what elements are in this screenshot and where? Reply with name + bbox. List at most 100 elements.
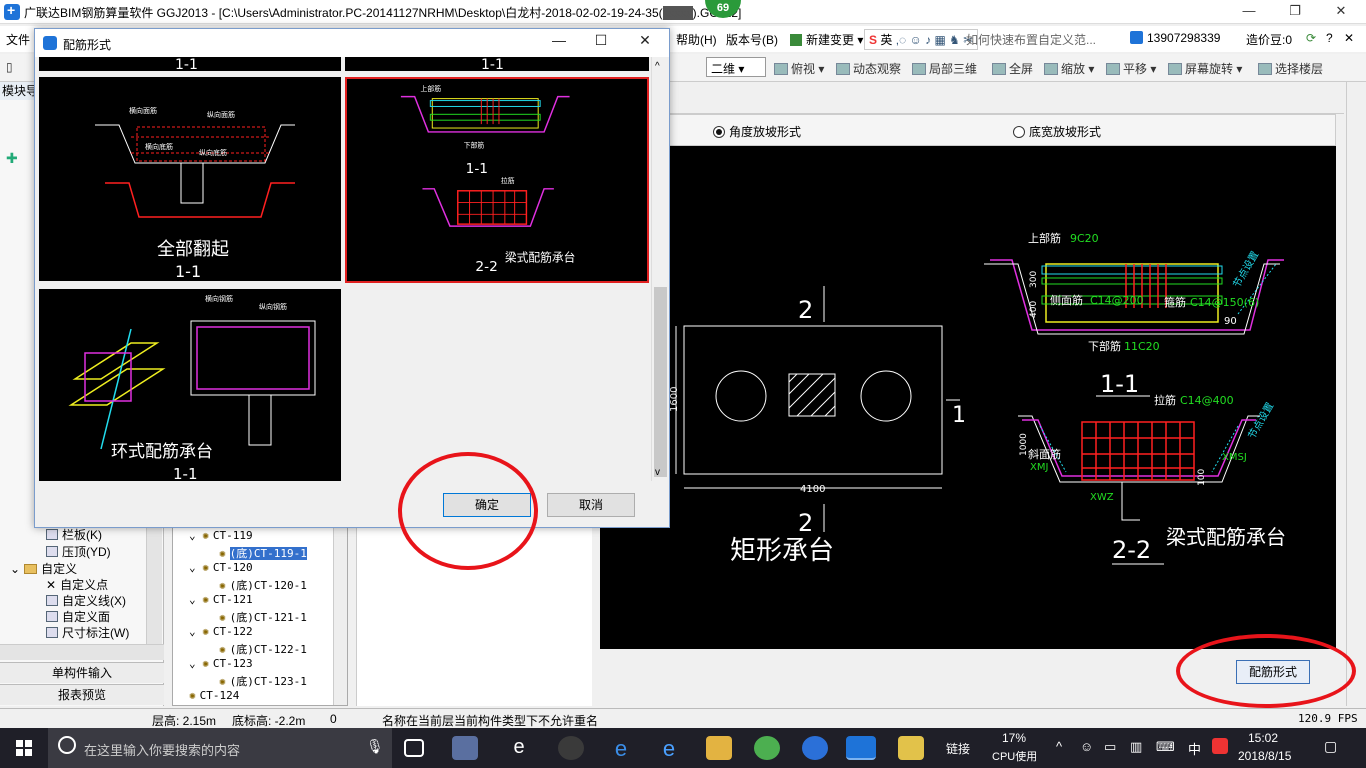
single-input-button[interactable]: 单构件输入 [0,662,164,683]
tree-item-ct-sub[interactable]: ✺ (底)CT-119-1 [219,545,307,561]
refresh-icon[interactable]: ⟳ [1306,31,1316,45]
link-label[interactable]: 链接 [946,740,970,757]
left-hscrollbar[interactable] [0,644,164,660]
ct-label: CT-120 [212,561,253,574]
ime-lang[interactable]: 中 [1188,739,1201,758]
pile-circle [860,370,912,422]
thumb-partial-left[interactable]: 1-1 [39,57,341,71]
user-account[interactable]: 13907298339 [1130,31,1220,45]
keyboard-icon[interactable]: ⌨ [1156,739,1175,755]
tree-item-custom-point[interactable]: ✕ 自定义点 [46,576,108,593]
fullscreen-label: 全屏 [1009,62,1034,76]
ie-icon[interactable]: e [656,736,682,761]
taskbar-search[interactable]: 在这里输入你要搜索的内容 🎙 [48,728,392,768]
cancel-button[interactable]: 取消 [547,493,635,517]
windows-start-icon[interactable] [0,728,48,768]
close-icon[interactable]: ✕ [625,32,665,49]
local-3d-button[interactable]: 局部三维 [912,60,977,77]
la-bar-label: 拉筋 [1154,393,1176,407]
notification-icon[interactable]: ▢ [1324,738,1337,755]
rotate-icon [1168,63,1182,75]
report-preview-button[interactable]: 报表预览 [0,684,164,705]
top-view-button[interactable]: 俯视 ▾ [774,60,824,77]
fps-readout: 120.9 FPS [1298,712,1358,725]
file-explorer-icon[interactable] [706,736,732,760]
tray-chevron-icon[interactable]: ^ [1056,739,1062,754]
top-bar-label: 上部筋 [1028,231,1061,245]
tree-item-custom-face[interactable]: 自定义面 [46,608,110,625]
tree-item-dimension[interactable]: 尺寸标注(W) [46,624,129,641]
minimize-icon[interactable]: — [1226,0,1272,24]
dim-300: 300 [1029,271,1039,288]
tree-item-ct-sub[interactable]: ✺ (底)CT-122-1 [219,641,307,657]
app-circle-icon[interactable] [558,736,584,760]
tree-item-ct[interactable]: ⌄ ✺ CT-123 [189,657,253,670]
view-mode-select[interactable]: 二维 ▾ [706,57,766,77]
dynamic-view-button[interactable]: 动态观察 [836,60,901,77]
help-icon[interactable]: ? [1326,31,1333,45]
radio-bottom-slope[interactable]: 底宽放坡形式 [1013,123,1101,140]
cpu-label: CPU使用 [992,751,1038,763]
scroll-down-icon[interactable]: v [655,467,660,478]
component-list-scrollbar[interactable] [333,525,347,705]
tree-item-ct[interactable]: ⌄ ✺ CT-120 [189,561,253,574]
menu-help[interactable]: 帮助(H) [676,31,717,48]
battery-icon[interactable]: ▭ [1104,739,1116,755]
thumb-full-flip[interactable]: 横向面筋 纵向面筋 横向底筋 纵向底筋 全部翻起 1-1 [39,77,341,281]
component-icon: ✺ [219,675,226,688]
dialog-scrollbar[interactable]: ^ v [651,57,669,481]
tree-item-ct[interactable]: ⌄ ✺ CT-122 [189,625,253,638]
maximize-icon[interactable]: ☐ [581,32,621,49]
thumb-partial-right[interactable]: 1-1 [345,57,649,71]
tree-folder-custom[interactable]: ⌄ 自定义 [10,560,77,577]
tree-item-ct-sub[interactable]: ✺ (底)CT-120-1 [219,577,307,593]
menu-version[interactable]: 版本号(B) [726,31,778,48]
ggj-app-icon[interactable] [846,736,876,760]
close-small-icon[interactable]: ✕ [1344,31,1354,45]
scroll-up-icon[interactable]: ^ [655,61,660,72]
notice-link[interactable]: 如何快速布置自定义范... [966,31,1096,48]
glodon-app-icon[interactable] [802,736,828,760]
menu-file[interactable]: 文件 [6,31,30,48]
select-floor-button[interactable]: 选择楼层 [1258,60,1323,77]
thumb-beam-cap-selected[interactable]: 1-1 上部筋 下部筋 拉筋 2-2 梁式配筋承台 [345,77,649,283]
tree-item-ct[interactable]: ⌄ ✺ CT-121 [189,593,253,606]
edge-icon[interactable]: e [608,736,634,761]
task-view-icon[interactable] [404,739,424,757]
sogou-tray-icon[interactable] [1212,738,1228,754]
microphone-icon[interactable]: 🎙 [366,738,384,755]
dialog-scroll-thumb[interactable] [654,287,667,477]
ie-old-icon[interactable]: e [506,736,532,760]
notes-app-icon[interactable] [898,736,924,760]
radio-angle-slope[interactable]: 角度放坡形式 [713,123,801,140]
new-doc-icon[interactable]: ▯ [6,60,13,74]
tree-item-lanban[interactable]: 栏板(K) [46,526,102,543]
minimize-icon[interactable]: — [539,32,579,48]
green-app-icon[interactable] [754,736,780,760]
pan-button[interactable]: 平移 ▾ [1106,60,1156,77]
add-icon[interactable]: ✚ [6,150,18,167]
tree-item-custom-line[interactable]: 自定义线(X) [46,592,126,609]
new-change-button[interactable]: 新建变更 ▾ [790,31,863,48]
floor-height: 层高: 2.15m [152,714,217,728]
restore-icon[interactable]: ❐ [1272,0,1318,24]
ct-sub-label: (底)CT-119-1 [229,547,307,560]
ime-toolbar[interactable]: S 英 ,◌ ☺ ♪ ▦ ♞ ✂ [864,29,979,50]
fan-app-icon[interactable] [452,736,478,760]
fullscreen-button[interactable]: 全屏 [992,60,1033,77]
tree-item-ct-sub[interactable]: ✺ (底)CT-123-1 [219,673,307,689]
close-icon[interactable]: ✕ [1318,0,1364,24]
rotate-button[interactable]: 屏幕旋转 ▾ [1168,60,1242,77]
clock-time[interactable]: 15:02 [1248,731,1278,745]
people-icon[interactable]: ☺ [1080,739,1093,754]
component-icon: ✺ [219,547,226,560]
zoom-button[interactable]: 缩放 ▾ [1044,60,1094,77]
tree-item-ct-sub[interactable]: ✺ (底)CT-121-1 [219,609,307,625]
thumb-ring-cap[interactable]: 横向钢筋 纵向钢筋 环式配筋承台 1-1 [39,289,341,481]
clock-date[interactable]: 2018/8/15 [1238,749,1291,763]
tree-item-yading[interactable]: 压顶(YD) [46,543,111,560]
right-scrollbar[interactable] [1346,82,1366,706]
tree-item-ct[interactable]: ✺ CT-124 [189,689,239,702]
tree-item-ct[interactable]: ⌄ ✺ CT-119 [189,529,253,542]
network-icon[interactable]: ▥ [1130,739,1142,755]
